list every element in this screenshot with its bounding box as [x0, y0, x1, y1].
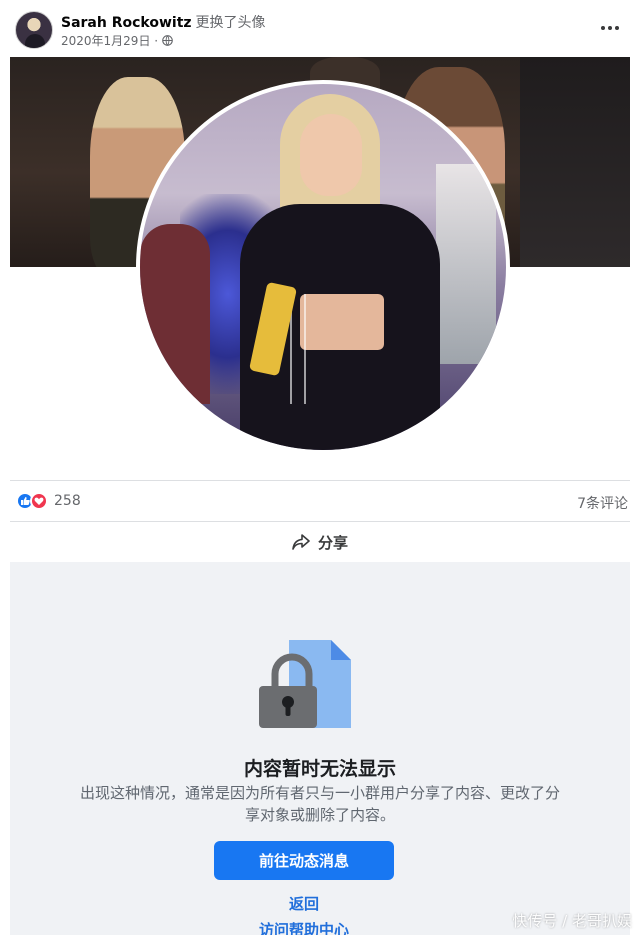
more-options-icon[interactable]: [600, 18, 620, 38]
help-center-link[interactable]: 访问帮助中心: [10, 919, 598, 935]
share-button[interactable]: 分享: [10, 522, 630, 562]
post-header: Sarah Rockowitz 更换了头像 2020年1月29日 ·: [0, 0, 640, 56]
share-arrow-icon: [292, 534, 310, 550]
unavailable-title: 内容暂时无法显示: [243, 758, 396, 780]
lock-document-icon: [259, 640, 351, 728]
post-title-line: Sarah Rockowitz 更换了头像: [61, 12, 266, 32]
comment-count-link[interactable]: 7条评论: [577, 493, 628, 513]
post-date[interactable]: 2020年1月29日 ·: [61, 32, 158, 49]
globe-icon[interactable]: [162, 35, 173, 46]
author-avatar[interactable]: [15, 11, 53, 49]
engagement-bar: 258 7条评论: [10, 480, 630, 522]
content-unavailable-panel: 内容暂时无法显示 出现这种情况，通常是因为所有者只与一小群用户分享了内容、更改了…: [10, 562, 630, 935]
reactions-summary[interactable]: 258: [16, 492, 81, 510]
profile-picture[interactable]: [136, 80, 510, 454]
watermark: 快传号 / 老哥扒娱: [512, 912, 632, 930]
share-label: 分享: [317, 533, 348, 552]
reaction-count: 258: [54, 493, 81, 509]
post-action-text: 更换了头像: [195, 15, 266, 31]
unavailable-description: 出现这种情况，通常是因为所有者只与一小群用户分享了内容、更改了分享对象或删除了内…: [80, 784, 561, 824]
love-icon: [30, 492, 48, 510]
author-name[interactable]: Sarah Rockowitz: [61, 15, 192, 31]
go-to-feed-button[interactable]: 前往动态消息: [214, 841, 394, 880]
back-link[interactable]: 返回: [10, 893, 598, 914]
post-meta: 2020年1月29日 ·: [61, 32, 173, 49]
